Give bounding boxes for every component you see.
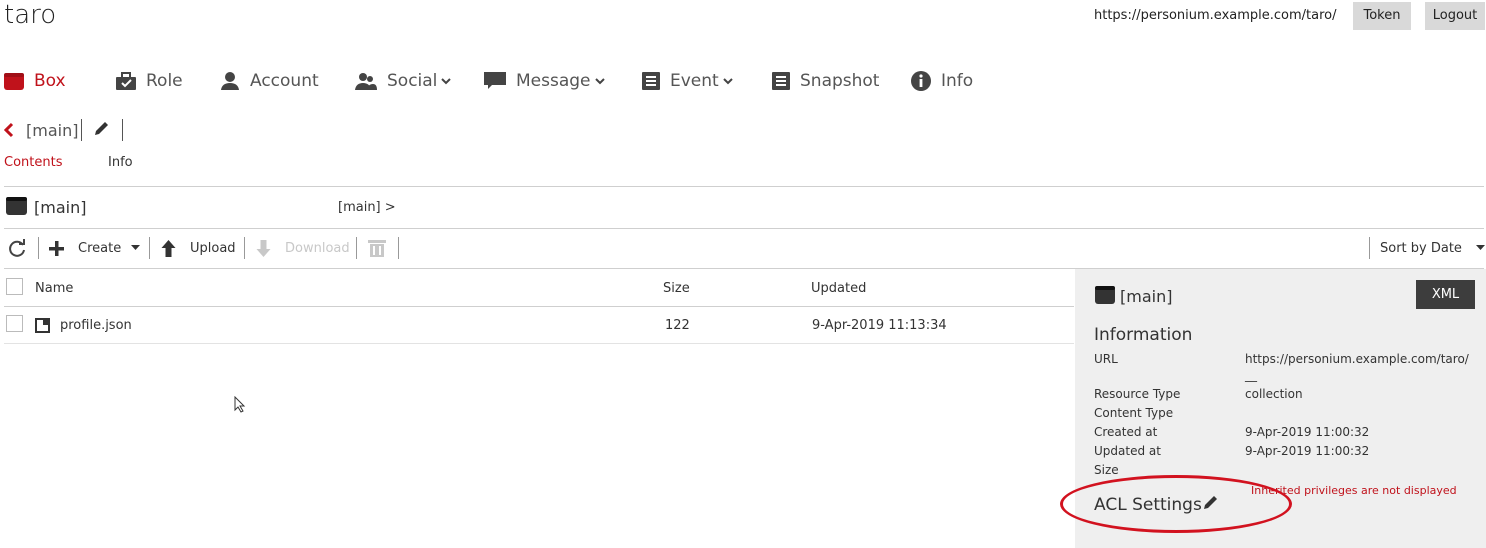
nav-snapshot[interactable]: Snapshot [772, 66, 879, 96]
field-value-created-at: 9-Apr-2019 11:00:32 [1245, 425, 1370, 439]
sort-label: Sort by Date [1380, 240, 1462, 256]
info-icon [911, 71, 931, 91]
back-chevron-icon[interactable] [4, 122, 14, 138]
field-label-size: Size [1094, 463, 1119, 477]
box-icon [6, 197, 27, 215]
divider [356, 237, 357, 259]
divider [149, 237, 150, 259]
annotation-ellipse [1060, 475, 1292, 533]
nav-label: Info [941, 71, 974, 91]
box-name: [main] [26, 121, 79, 140]
download-icon [256, 239, 271, 257]
divider [38, 237, 39, 259]
caret-down-icon [1475, 245, 1485, 250]
nav-label: Role [146, 71, 183, 91]
box-icon [4, 73, 24, 90]
nav-label: Account [250, 71, 319, 91]
nav-info[interactable]: Info [911, 66, 973, 96]
divider [1369, 237, 1370, 259]
nav-label: Event [670, 71, 719, 91]
refresh-button[interactable] [8, 238, 27, 258]
nav-label: Message [516, 71, 591, 91]
column-header-updated[interactable]: Updated [811, 281, 866, 296]
download-button[interactable]: Download [256, 238, 350, 258]
upload-label: Upload [190, 240, 236, 256]
download-label: Download [285, 240, 350, 256]
divider [398, 237, 399, 259]
comment-icon [484, 72, 506, 89]
field-value-url: https://personium.example.com/taro/ [1245, 352, 1469, 366]
field-value-updated-at: 9-Apr-2019 11:00:32 [1245, 444, 1370, 458]
trash-icon [368, 239, 386, 257]
tab-info[interactable]: Info [108, 155, 133, 170]
field-label-resource-type: Resource Type [1094, 387, 1181, 401]
nav-social[interactable]: Social [355, 66, 461, 96]
field-value-url-extra: __ [1245, 368, 1257, 382]
nav-label: Box [34, 71, 66, 91]
divider [4, 228, 1484, 229]
field-value-resource-type: collection [1245, 387, 1303, 401]
list-icon [642, 72, 660, 90]
field-label-updated-at: Updated at [1094, 444, 1161, 458]
list-icon [772, 72, 790, 90]
pencil-icon[interactable] [93, 120, 110, 137]
delete-button[interactable] [368, 238, 386, 258]
briefcase-icon [116, 72, 136, 90]
chevron-down-icon [722, 78, 733, 85]
xml-button[interactable]: XML [1416, 280, 1475, 309]
divider [4, 186, 1484, 187]
nav-box[interactable]: Box [4, 66, 66, 96]
nav-role[interactable]: Role [116, 66, 183, 96]
tab-contents[interactable]: Contents [4, 155, 62, 170]
token-button[interactable]: Token [1353, 2, 1411, 30]
nav-event[interactable]: Event [642, 66, 743, 96]
divider [122, 119, 123, 141]
nav-account[interactable]: Account [220, 66, 319, 96]
column-header-size[interactable]: Size [663, 281, 690, 296]
refresh-icon [9, 238, 25, 257]
file-name[interactable]: profile.json [60, 318, 132, 333]
social-icon [355, 73, 377, 90]
create-label: Create [78, 240, 122, 256]
nav-label: Social [387, 71, 438, 91]
nav-label: Snapshot [800, 71, 880, 91]
logout-button[interactable]: Logout [1425, 2, 1485, 30]
file-icon [35, 318, 50, 333]
information-heading: Information [1094, 325, 1193, 345]
column-header-name[interactable]: Name [35, 281, 73, 296]
chevron-down-icon [441, 78, 452, 85]
upload-button[interactable]: Upload [161, 238, 236, 258]
divider [4, 343, 1074, 344]
caret-down-icon [131, 245, 141, 250]
mouse-cursor-icon [234, 396, 246, 413]
file-size: 122 [665, 318, 690, 333]
field-label-created-at: Created at [1094, 425, 1158, 439]
upload-icon [161, 239, 176, 257]
panel-title: [main] [1120, 287, 1173, 306]
nav-message[interactable]: Message [484, 66, 615, 96]
plus-icon [49, 240, 64, 256]
select-all-checkbox[interactable] [6, 278, 23, 295]
divider [244, 237, 245, 259]
field-label-content-type: Content Type [1094, 406, 1174, 420]
field-label-url: URL [1094, 352, 1118, 366]
row-checkbox[interactable] [6, 315, 23, 332]
create-button[interactable]: Create [49, 238, 141, 258]
cell-name-title: taro [4, 0, 57, 30]
path-breadcrumb[interactable]: [main] > [338, 200, 396, 215]
box-icon [1095, 286, 1115, 304]
cell-url: https://personium.example.com/taro/ [1094, 8, 1337, 23]
path-title: [main] [34, 198, 87, 217]
divider [81, 119, 82, 141]
sort-dropdown[interactable]: Sort by Date [1380, 238, 1485, 258]
user-icon [221, 72, 239, 90]
chevron-down-icon [594, 78, 605, 85]
file-updated: 9-Apr-2019 11:13:34 [812, 318, 947, 333]
